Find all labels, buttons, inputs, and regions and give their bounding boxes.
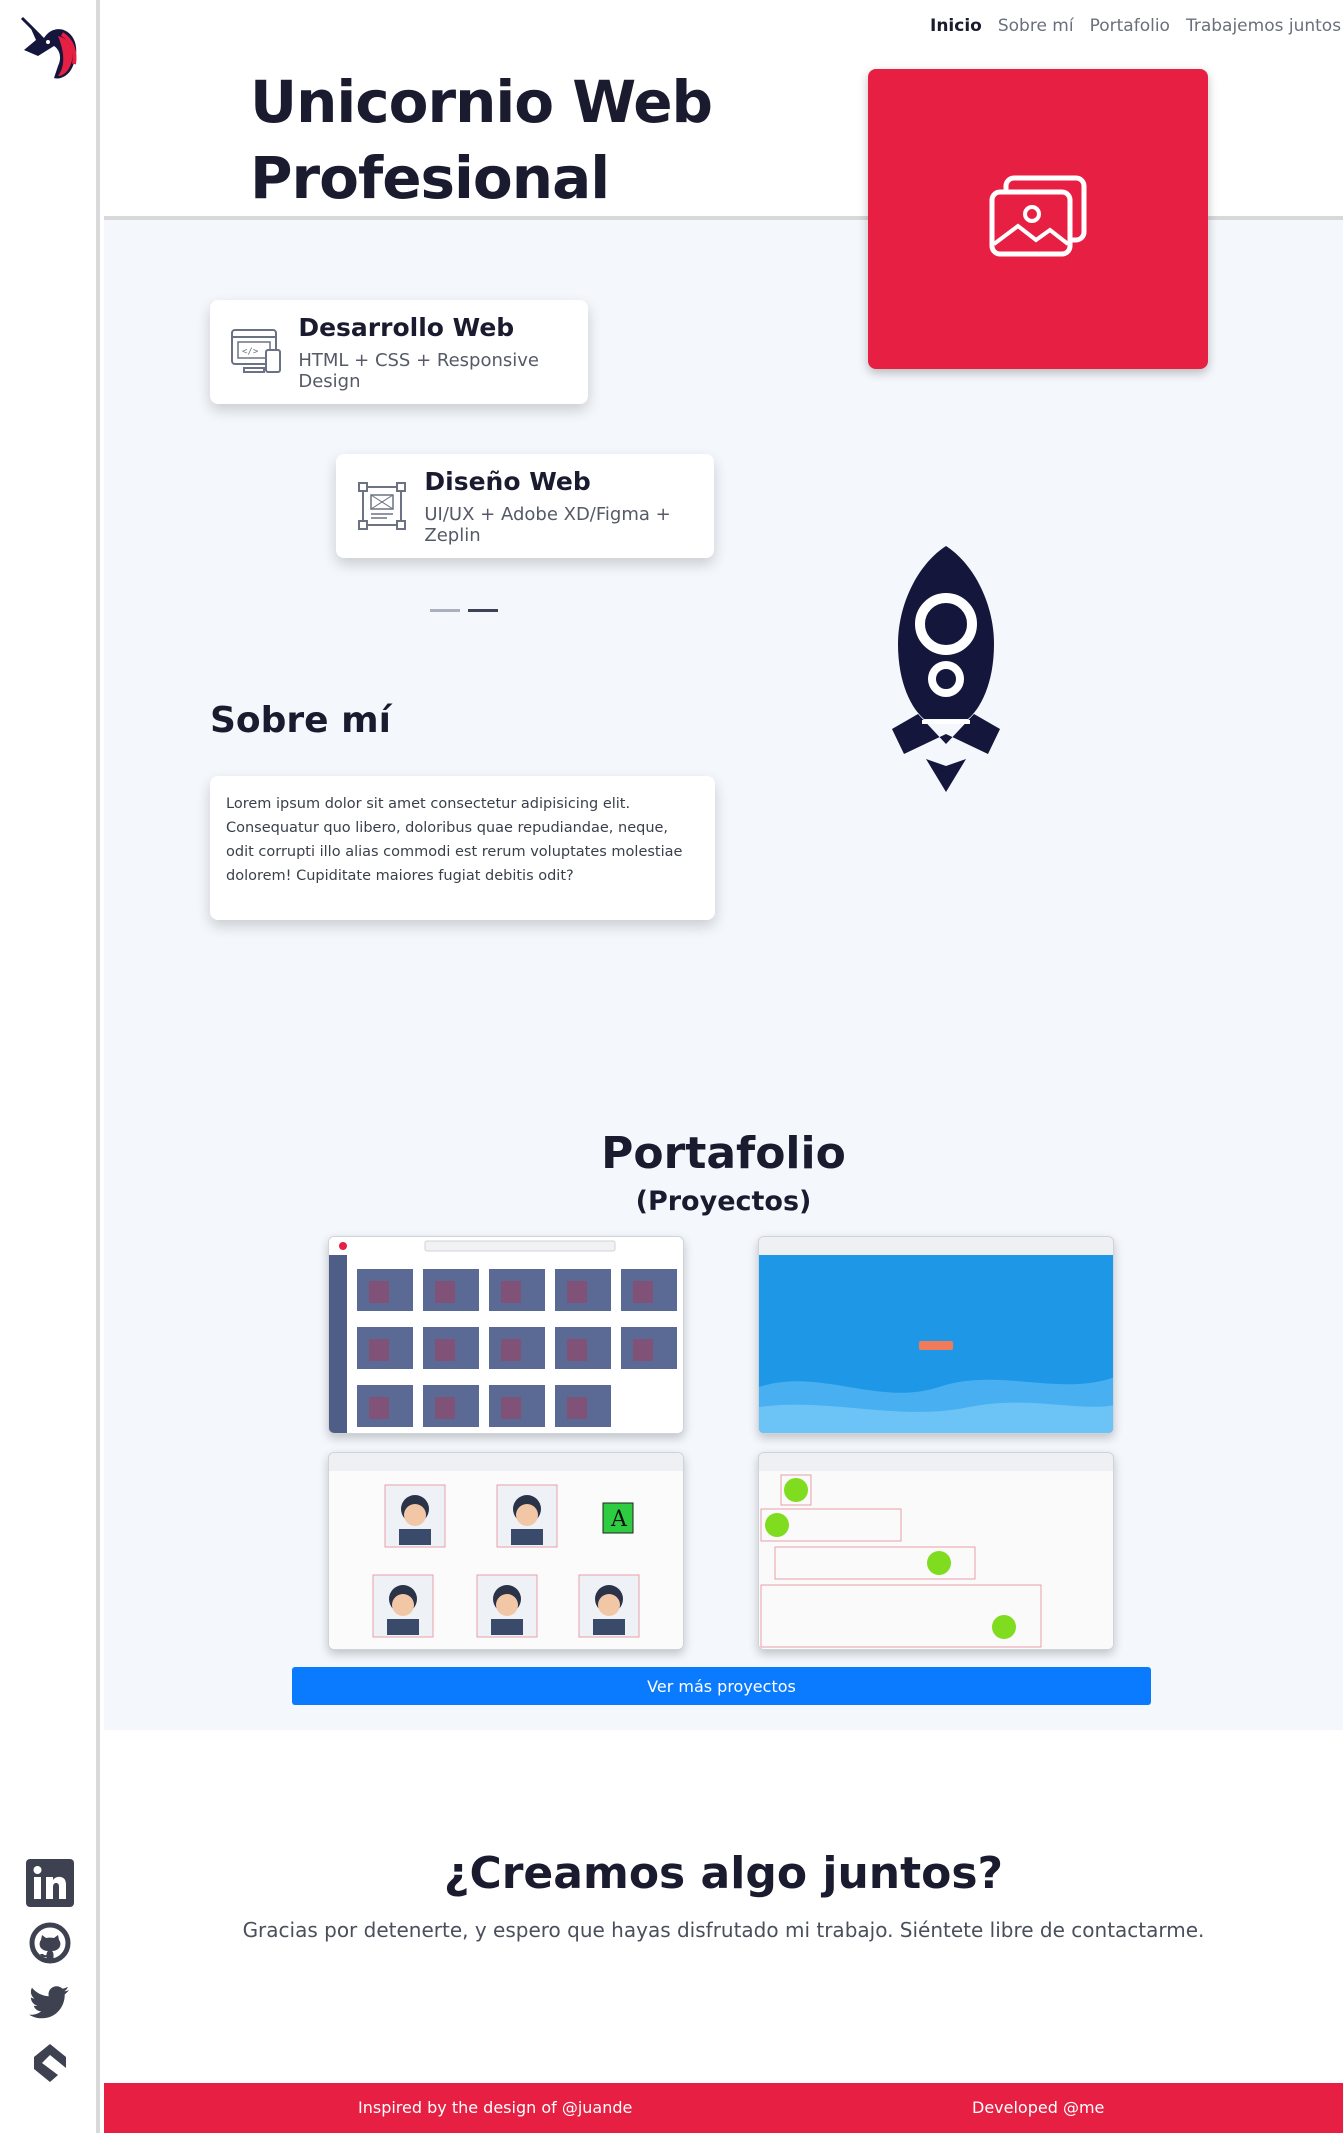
unicorn-logo-icon[interactable] <box>18 16 82 84</box>
cta-title: ¿Creamos algo juntos? <box>443 1848 1004 1899</box>
content-background <box>104 220 1343 1730</box>
portfolio-subtitle: (Proyectos) <box>635 1186 812 1217</box>
cta-text: Gracias por detenerte, y espero que haya… <box>242 1918 1205 1942</box>
project-card-avatar-grid[interactable]: A <box>328 1452 684 1650</box>
nav-item-sobre-mi[interactable]: Sobre mí <box>998 16 1074 46</box>
nav-item-inicio[interactable]: Inicio <box>930 16 982 46</box>
images-icon <box>988 174 1088 264</box>
service-title: Desarrollo Web <box>298 312 515 342</box>
code-window-icon: </> <box>228 322 284 382</box>
portfolio-title: Portafolio <box>601 1128 846 1179</box>
project-card-blue-landing[interactable] <box>758 1236 1114 1434</box>
carousel-dot[interactable] <box>430 609 460 612</box>
top-nav: Inicio Sobre mí Portafolio Trabajemos ju… <box>930 16 1341 46</box>
github-icon[interactable] <box>22 1915 78 1971</box>
carousel-dot-active[interactable] <box>468 609 498 612</box>
service-subtitle: UI/UX + Adobe XD/Figma + Zeplin <box>424 503 671 546</box>
rocket-icon <box>878 544 1014 794</box>
about-card: Lorem ipsum dolor sit amet consectetur a… <box>210 776 715 920</box>
about-text: Lorem ipsum dolor sit amet consectetur a… <box>226 796 683 884</box>
hero-image-card <box>868 69 1208 369</box>
hero-title: Unicornio Web Profesional <box>250 64 810 216</box>
linkedin-icon[interactable] <box>22 1855 78 1911</box>
sidebar <box>0 0 100 2133</box>
svg-text:</>: </> <box>242 347 259 357</box>
svg-text:A: A <box>610 1507 628 1532</box>
nav-item-portafolio[interactable]: Portafolio <box>1090 16 1170 46</box>
carousel-indicators <box>430 609 498 612</box>
service-card-desarrollo: </> Desarrollo Web HTML + CSS + Responsi… <box>210 300 588 404</box>
footer: Inspired by the design of @juande Develo… <box>104 2083 1343 2133</box>
layout-frame-icon <box>354 476 410 536</box>
service-card-diseno: Diseño Web UI/UX + Adobe XD/Figma + Zepl… <box>336 454 714 558</box>
hero-title-line1: Unicornio Web <box>250 68 713 136</box>
nav-item-trabajemos-juntos[interactable]: Trabajemos juntos <box>1186 16 1341 46</box>
twitter-icon[interactable] <box>22 1975 78 2031</box>
codepen-icon[interactable] <box>22 2035 78 2091</box>
footer-developed-link[interactable]: Developed @me <box>972 2098 1104 2117</box>
hero-title-line2: Profesional <box>250 144 610 212</box>
project-card-green-dots[interactable] <box>758 1452 1114 1650</box>
more-projects-button[interactable]: Ver más proyectos <box>292 1667 1151 1705</box>
project-card-movie-gallery[interactable] <box>328 1236 684 1434</box>
service-title: Diseño Web <box>424 466 591 496</box>
footer-credit-link[interactable]: Inspired by the design of @juande <box>358 2098 632 2117</box>
about-title: Sobre mí <box>210 700 391 741</box>
service-subtitle: HTML + CSS + Responsive Design <box>298 349 539 392</box>
